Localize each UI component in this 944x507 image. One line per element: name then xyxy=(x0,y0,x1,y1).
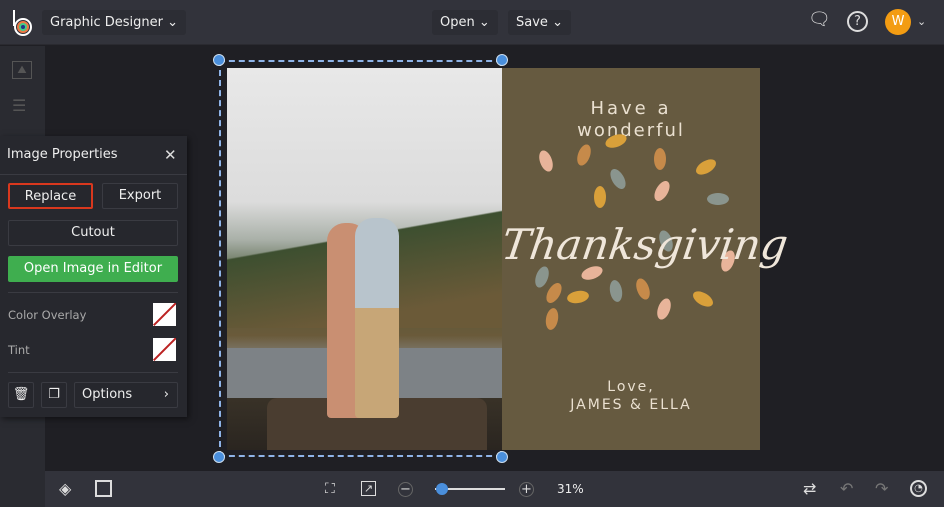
app-menu-button[interactable]: Graphic Designer ⌄ xyxy=(42,10,187,35)
cutout-button[interactable]: Cutout xyxy=(8,220,178,246)
open-label: Open xyxy=(440,15,475,30)
close-icon[interactable]: ✕ xyxy=(164,147,177,163)
man-figure xyxy=(355,218,399,418)
undo-icon[interactable]: ↶ xyxy=(840,481,853,497)
card-title-script: Thanksgiving xyxy=(498,220,792,269)
leaf-icon xyxy=(707,193,729,205)
chevron-down-icon: ⌄ xyxy=(552,15,563,30)
leaf-icon xyxy=(594,186,606,208)
chevron-down-icon: ⌄ xyxy=(167,15,179,30)
leaf-icon xyxy=(654,296,674,322)
trash-icon: 🗑 xyxy=(12,387,30,402)
image-properties-panel: Image Properties ✕ Replace Export Cutout… xyxy=(0,136,187,417)
leaf-icon xyxy=(608,279,624,303)
resize-handle-tr[interactable] xyxy=(496,54,508,66)
zoom-in-button[interactable]: + xyxy=(519,482,534,497)
couple-photo[interactable] xyxy=(227,68,502,450)
duplicate-button[interactable]: ❐ xyxy=(41,382,67,408)
zoom-slider[interactable] xyxy=(435,483,505,495)
layout-icon[interactable] xyxy=(95,480,112,497)
panel-title: Image Properties xyxy=(7,147,118,162)
top-bar: Graphic Designer ⌄ Open ⌄ Save ⌄ 🗨 ? W ⌄ xyxy=(0,0,944,45)
leaf-icon xyxy=(574,142,594,168)
image-icon[interactable]: ⛰ xyxy=(12,61,32,79)
leaf-icon xyxy=(693,156,719,178)
tint-swatch[interactable] xyxy=(153,338,176,361)
save-label: Save xyxy=(516,15,548,30)
options-button[interactable]: Options › xyxy=(74,382,178,408)
leaf-icon xyxy=(651,178,673,204)
zoom-slider-knob[interactable] xyxy=(436,483,448,495)
help-icon[interactable]: ? xyxy=(847,11,868,32)
resize-handle-br[interactable] xyxy=(496,451,508,463)
delete-button[interactable]: 🗑 xyxy=(8,382,34,408)
chevron-right-icon: › xyxy=(163,387,169,402)
adjust-icon[interactable]: ☰ xyxy=(12,98,26,114)
card-line-1: Have a xyxy=(590,98,672,119)
zoom-level: 31% xyxy=(557,482,584,496)
duplicate-icon: ❐ xyxy=(48,387,60,402)
replace-button[interactable]: Replace xyxy=(8,183,93,209)
leaf-icon xyxy=(633,276,653,302)
leaf-icon xyxy=(544,307,560,331)
redo-icon[interactable]: ↷ xyxy=(875,481,888,497)
history-icon[interactable]: ◔ xyxy=(910,480,927,497)
app-menu-label: Graphic Designer xyxy=(50,15,163,30)
app-logo[interactable] xyxy=(10,8,34,36)
swap-icon[interactable]: ⇄ xyxy=(803,481,816,497)
leaf-icon xyxy=(566,289,590,305)
leaf-icon xyxy=(654,148,666,170)
expand-icon[interactable]: ↗ xyxy=(361,481,376,496)
leaf-icon xyxy=(607,166,629,192)
layers-icon[interactable]: ◈ xyxy=(59,481,71,497)
resize-handle-bl[interactable] xyxy=(213,451,225,463)
card-names: JAMES & ELLA xyxy=(570,397,692,413)
export-button[interactable]: Export xyxy=(102,183,178,209)
color-overlay-swatch[interactable] xyxy=(153,303,176,326)
card-line-2: wonderful xyxy=(577,120,685,141)
open-in-editor-button[interactable]: Open Image in Editor xyxy=(8,256,178,282)
options-label: Options xyxy=(82,387,133,402)
save-button[interactable]: Save ⌄ xyxy=(508,10,571,35)
leaf-icon xyxy=(536,148,556,174)
zoom-out-button[interactable]: − xyxy=(398,482,413,497)
tint-label: Tint xyxy=(8,343,30,357)
thanksgiving-card[interactable]: Have a wonderful Thanksgiving Love, JAME… xyxy=(499,68,791,450)
leaf-icon xyxy=(690,288,716,310)
avatar[interactable]: W xyxy=(885,9,911,35)
color-overlay-label: Color Overlay xyxy=(8,308,87,322)
bottom-toolbar: ◈ ⛶ ↗ − + 31% ⇄ ↶ ↷ ◔ xyxy=(45,471,944,507)
card-love: Love, xyxy=(607,379,655,395)
feedback-icon[interactable]: 🗨 xyxy=(808,11,831,29)
chevron-down-icon: ⌄ xyxy=(478,15,490,30)
resize-handle-tl[interactable] xyxy=(213,54,225,66)
open-button[interactable]: Open ⌄ xyxy=(432,10,498,35)
chevron-down-icon[interactable]: ⌄ xyxy=(917,14,926,30)
fit-screen-icon[interactable]: ⛶ xyxy=(325,481,335,497)
leaf-icon xyxy=(543,280,565,306)
